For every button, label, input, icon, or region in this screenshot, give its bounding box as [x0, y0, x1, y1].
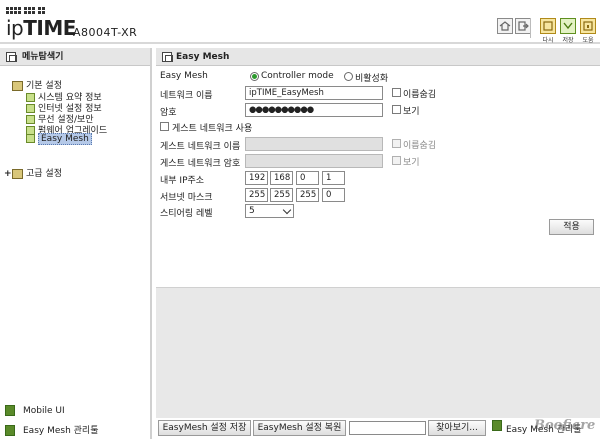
- guest-name-input[interactable]: [245, 137, 383, 151]
- content-empty-area: [156, 288, 600, 418]
- easy-mesh-label: Easy Mesh: [160, 71, 208, 81]
- controller-mode-radio[interactable]: [250, 72, 259, 81]
- save-label: 저장: [562, 37, 574, 44]
- controller-mode-label: Controller mode: [261, 71, 334, 81]
- subnet-mask-octet-1[interactable]: 255: [245, 188, 268, 202]
- save-settings-button[interactable]: EasyMesh 설정 저장: [158, 420, 251, 436]
- tree-advanced-settings[interactable]: + 고급 설정: [4, 166, 62, 179]
- logout-icon[interactable]: [515, 18, 531, 34]
- sidebar-item-easy-mesh[interactable]: Easy Mesh: [26, 133, 92, 145]
- page-title: Easy Mesh: [176, 52, 230, 62]
- steering-level-label: 스티어링 레벨: [160, 209, 213, 219]
- content-header: Easy Mesh: [156, 48, 600, 66]
- restore-settings-button[interactable]: EasyMesh 설정 복원: [253, 420, 346, 436]
- internal-ip-octet-3[interactable]: 0: [296, 171, 319, 185]
- chevron-down-icon: [282, 205, 292, 215]
- home-icon[interactable]: [497, 18, 513, 34]
- subnet-mask-octet-3[interactable]: 255: [296, 188, 319, 202]
- refresh-icon[interactable]: [540, 18, 556, 34]
- steering-level-value: 5: [249, 206, 255, 216]
- expand-icon[interactable]: +: [4, 169, 12, 179]
- window-icon: [6, 52, 17, 62]
- guest-network-label: 게스트 네트워크 사용: [172, 124, 253, 134]
- easy-mesh-tool-link[interactable]: Easy Mesh 관리툴: [5, 423, 98, 436]
- subnet-mask-octet-2[interactable]: 255: [270, 188, 293, 202]
- mobile-icon: [5, 405, 15, 416]
- disable-label: 비활성화: [355, 74, 389, 84]
- guest-password-label: 게스트 네트워크 암호: [160, 159, 241, 169]
- subnet-mask-label: 서브넷 마스크: [160, 193, 213, 203]
- bottom-toolbar: EasyMesh 설정 저장 EasyMesh 설정 복원 찾아보기... Ea…: [156, 418, 600, 439]
- password-label: 암호: [160, 108, 177, 118]
- internal-ip-label: 내부 IP주소: [160, 176, 205, 186]
- show-password-checkbox[interactable]: [392, 105, 401, 114]
- mesh-tool-icon: [5, 425, 15, 436]
- model-name: A8004T-XR: [73, 26, 138, 39]
- guest-password-input[interactable]: [245, 154, 383, 168]
- network-name-label: 네트워크 이름: [160, 91, 213, 101]
- menu-explorer-header: 메뉴탐색기: [0, 48, 150, 66]
- guest-hide-name-label: 이름숨김: [403, 141, 437, 151]
- internal-ip-octet-4[interactable]: 1: [322, 171, 345, 185]
- app-header: ipTIME A8004T-XR 다시 저장 도움: [0, 0, 600, 44]
- brand-dots: [6, 7, 46, 15]
- network-name-input[interactable]: ipTIME_EasyMesh: [245, 86, 383, 100]
- help-label: 도움: [582, 37, 594, 44]
- save-icon[interactable]: [560, 18, 576, 34]
- guest-name-label: 게스트 네트워크 이름: [160, 142, 241, 152]
- folder-gear-icon: [12, 168, 23, 179]
- internal-ip-octet-1[interactable]: 192: [245, 171, 268, 185]
- mobile-ui-link[interactable]: Mobile UI: [5, 405, 65, 416]
- folder-gear-icon: [12, 80, 23, 91]
- subnet-mask-octet-4[interactable]: 0: [322, 188, 345, 202]
- steering-level-select[interactable]: 5: [245, 204, 294, 218]
- guest-hide-name-checkbox[interactable]: [392, 139, 401, 148]
- header-separator: [530, 18, 531, 38]
- guest-show-password-checkbox[interactable]: [392, 156, 401, 165]
- disable-radio[interactable]: [344, 72, 353, 81]
- mesh-icon: [26, 134, 35, 143]
- watermark-logo: Boofiare: [534, 418, 596, 433]
- help-icon[interactable]: [580, 18, 596, 34]
- restore-file-input[interactable]: [349, 421, 426, 435]
- guest-show-password-label: 보기: [403, 158, 420, 168]
- brand-logo: ipTIME: [6, 16, 76, 40]
- hide-name-checkbox[interactable]: [392, 88, 401, 97]
- refresh-label: 다시: [542, 37, 554, 44]
- mesh-tool-icon: [492, 420, 502, 431]
- show-password-label: 보기: [403, 107, 420, 117]
- browse-button[interactable]: 찾아보기...: [428, 420, 486, 436]
- content-panel: Easy Mesh Easy Mesh Controller mode 비활성화…: [156, 48, 600, 439]
- window-icon: [162, 52, 173, 62]
- guest-network-checkbox[interactable]: [160, 122, 169, 131]
- password-input[interactable]: ●●●●●●●●●●: [245, 103, 383, 117]
- hide-name-label: 이름숨김: [403, 90, 437, 100]
- menu-explorer-title: 메뉴탐색기: [22, 52, 64, 62]
- easy-mesh-form: Easy Mesh Controller mode 비활성화 네트워크 이름 i…: [156, 67, 600, 288]
- internal-ip-octet-2[interactable]: 168: [270, 171, 293, 185]
- apply-button[interactable]: 적용: [549, 219, 594, 235]
- menu-explorer: 메뉴탐색기 기본 설정 시스템 요약 정보 인터넷 설정 정보 무선 설정/보안…: [0, 48, 152, 439]
- tree-advanced-settings-label: 고급 설정: [26, 169, 62, 179]
